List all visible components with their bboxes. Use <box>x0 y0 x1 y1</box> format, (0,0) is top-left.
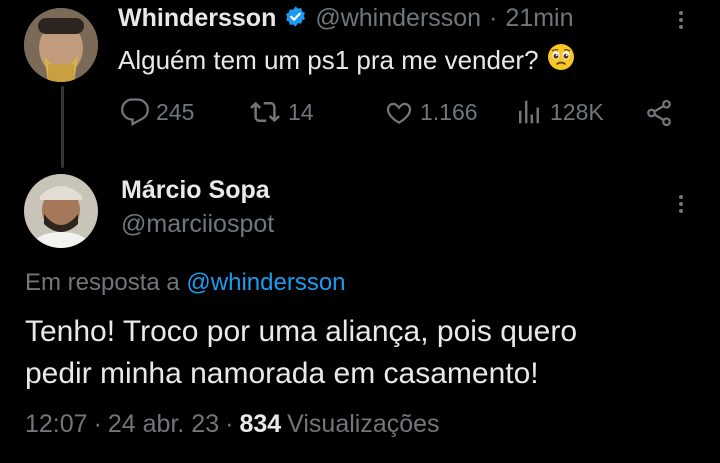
reply-views-label: Visualizações <box>287 410 440 438</box>
separator-dot: · <box>93 410 102 438</box>
reply-text-line-2: pedir minha namorada em casamento! <box>25 357 539 390</box>
views-button[interactable]: 128K <box>514 97 604 127</box>
original-tweet-text: Alguém tem um ps1 pra me vender? <box>118 45 539 75</box>
views-icon <box>519 100 539 124</box>
replying-to-link[interactable]: @whindersson <box>186 269 345 296</box>
reply-count: 245 <box>156 98 195 125</box>
separator-dot: · <box>489 4 498 32</box>
like-button[interactable]: 1.166 <box>384 97 478 127</box>
like-icon <box>386 102 412 124</box>
reply-author-handle[interactable]: @marciiospot <box>121 210 274 239</box>
reply-author-name[interactable]: Márcio Sopa <box>121 176 270 205</box>
more-icon[interactable] <box>679 192 683 216</box>
pleading-face-emoji-icon <box>547 43 575 78</box>
marcio-avatar[interactable] <box>24 174 98 248</box>
tweet-time[interactable]: 21min <box>505 4 573 33</box>
replying-prefix: Em resposta a <box>25 269 180 296</box>
views-count: 128K <box>550 98 604 125</box>
original-author-name[interactable]: Whindersson <box>118 4 276 33</box>
reply-button[interactable]: 245 <box>120 97 194 127</box>
like-count: 1.166 <box>420 98 478 125</box>
share-icon[interactable] <box>644 98 674 133</box>
retweet-button[interactable]: 14 <box>248 97 314 127</box>
reply-icon <box>121 98 149 127</box>
thread-connector-line <box>61 86 64 168</box>
reply-views-count: 834 <box>239 410 282 438</box>
reply-time[interactable]: 12:07 <box>25 410 88 439</box>
retweet-count: 14 <box>288 98 314 125</box>
avatar-photo <box>24 174 98 248</box>
retweet-icon <box>250 101 280 123</box>
whindersson-avatar[interactable] <box>24 8 98 82</box>
avatar-photo <box>24 8 98 82</box>
original-author-handle[interactable]: @whindersson <box>315 4 481 33</box>
reply-tweet-text: Tenho! Troco por uma aliança, pois quero… <box>25 311 577 395</box>
separator-dot: · <box>225 410 234 438</box>
more-icon[interactable] <box>679 8 683 32</box>
reply-text-line-1: Tenho! Troco por uma aliança, pois quero <box>25 315 577 348</box>
verified-badge-icon <box>284 5 307 33</box>
reply-date[interactable]: 24 abr. 23 <box>108 410 219 439</box>
